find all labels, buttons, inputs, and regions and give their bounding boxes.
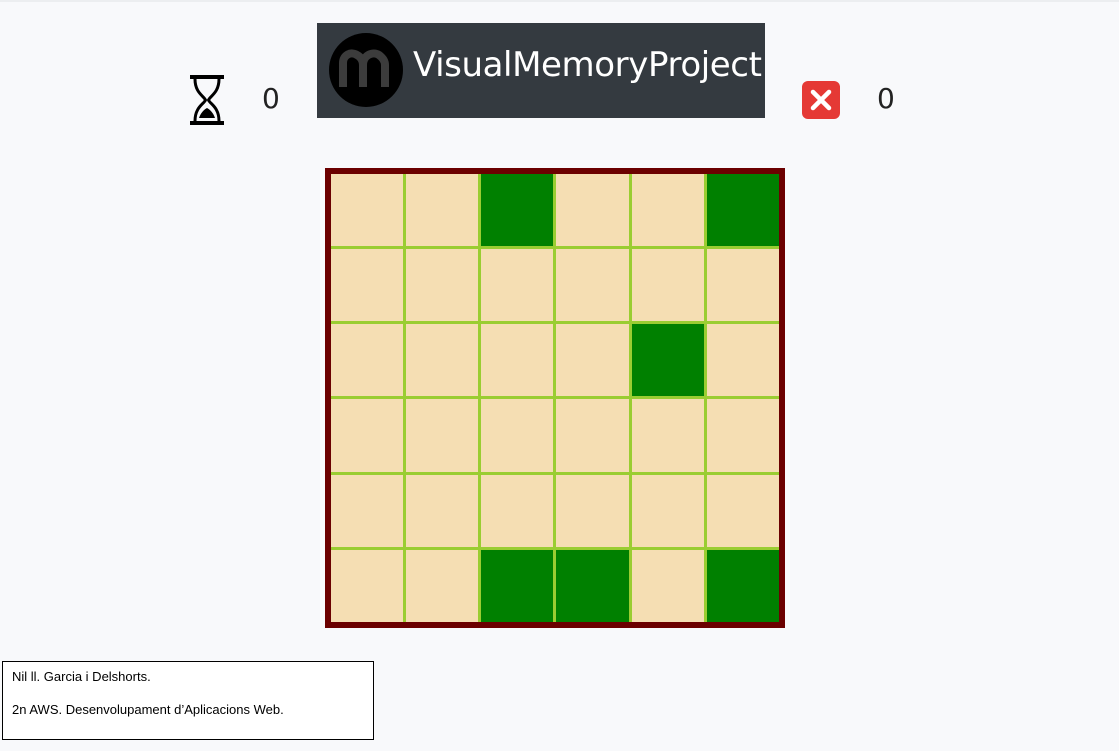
logo-banner: VisualMemoryProject — [317, 23, 765, 118]
board-cell[interactable] — [481, 249, 554, 322]
board-cell[interactable] — [331, 474, 404, 547]
m-logo-icon — [329, 33, 403, 107]
top-divider — [0, 0, 1119, 2]
memory-board — [325, 168, 785, 628]
board-cell[interactable] — [706, 249, 779, 322]
board-cell[interactable] — [406, 399, 479, 472]
board-cell[interactable] — [556, 249, 629, 322]
board-cell[interactable] — [556, 324, 629, 397]
board-cell[interactable] — [406, 174, 479, 247]
board-cell[interactable] — [631, 549, 704, 622]
board-cell[interactable] — [406, 549, 479, 622]
board-cell-lit[interactable] — [706, 174, 779, 247]
board-cell[interactable] — [706, 399, 779, 472]
board-cell[interactable] — [556, 474, 629, 547]
board-cell[interactable] — [406, 249, 479, 322]
board-cell[interactable] — [631, 474, 704, 547]
red-x-icon — [802, 81, 840, 119]
author-text: Nil ll. Garcia i Delshorts. — [12, 669, 151, 684]
board-cell[interactable] — [556, 399, 629, 472]
board-cell[interactable] — [331, 249, 404, 322]
board-cell[interactable] — [406, 474, 479, 547]
hourglass-icon — [190, 75, 224, 125]
board-cell[interactable] — [481, 324, 554, 397]
board-cell[interactable] — [331, 399, 404, 472]
timer-value: 0 — [262, 82, 280, 115]
board-cell[interactable] — [331, 174, 404, 247]
board-cell[interactable] — [331, 324, 404, 397]
logo-text: VisualMemoryProject — [413, 45, 762, 85]
board-cell[interactable] — [406, 324, 479, 397]
course-text: 2n AWS. Desenvolupament d’Aplicacions We… — [12, 702, 284, 717]
credits-box: Nil ll. Garcia i Delshorts. 2n AWS. Dese… — [2, 661, 374, 740]
board-cell[interactable] — [481, 474, 554, 547]
board-cell-lit[interactable] — [556, 549, 629, 622]
board-cell[interactable] — [331, 549, 404, 622]
board-cell[interactable] — [481, 399, 554, 472]
board-cell[interactable] — [631, 174, 704, 247]
board-cell[interactable] — [631, 249, 704, 322]
errors-value: 0 — [877, 82, 895, 115]
board-cell[interactable] — [631, 399, 704, 472]
board-cell[interactable] — [556, 174, 629, 247]
board-cell-lit[interactable] — [481, 174, 554, 247]
board-cell[interactable] — [706, 324, 779, 397]
board-cell-lit[interactable] — [631, 324, 704, 397]
board-cell-lit[interactable] — [706, 549, 779, 622]
board-cell[interactable] — [706, 474, 779, 547]
board-cell-lit[interactable] — [481, 549, 554, 622]
